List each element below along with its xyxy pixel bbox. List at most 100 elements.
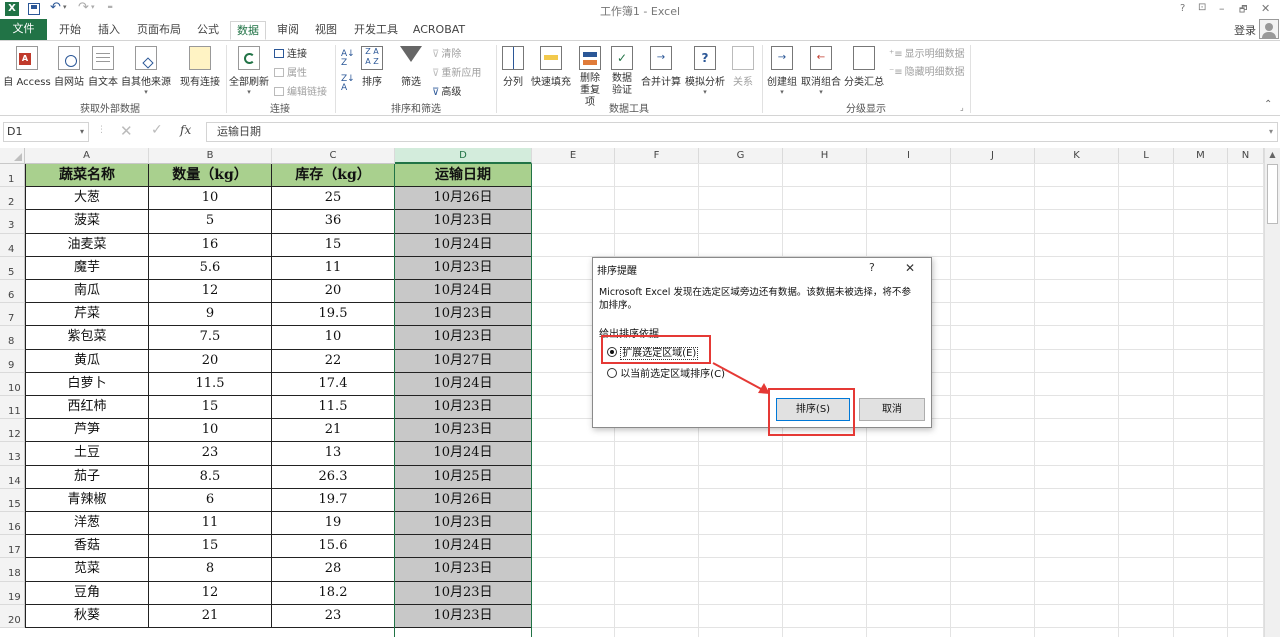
row-header-16[interactable]: 16 [0,512,25,536]
tab-data[interactable]: 数据 [230,21,266,40]
sort-button[interactable]: Z AA Z 排序 [358,46,386,88]
table-cell[interactable]: 茄子 [25,465,149,489]
table-cell[interactable]: 香菇 [25,535,149,559]
table-cell[interactable]: 25 [272,187,395,211]
cancel-button[interactable]: 取消 [859,398,925,421]
column-header-b[interactable]: B [149,148,272,164]
insert-function-icon[interactable]: fx [180,123,191,137]
table-cell[interactable]: 菠菜 [25,210,149,234]
row-header-17[interactable]: 17 [0,535,25,559]
table-cell[interactable]: 芦笋 [25,419,149,443]
tab-home[interactable]: 开始 [54,21,86,40]
dialog-help-button[interactable]: ? [869,261,875,274]
table-cell[interactable]: 油麦菜 [25,233,149,257]
subtotal-button[interactable]: 分类汇总 [843,46,885,88]
row-header-12[interactable]: 12 [0,419,25,443]
row-header-10[interactable]: 10 [0,372,25,396]
table-cell[interactable]: 秋葵 [25,604,149,628]
table-cell[interactable]: 15.6 [272,535,395,559]
tab-page-layout[interactable]: 页面布局 [134,21,184,40]
table-cell[interactable]: 11 [149,512,272,536]
table-cell[interactable]: 8.5 [149,465,272,489]
tab-review[interactable]: 审阅 [272,21,304,40]
table-cell[interactable]: 6 [149,488,272,512]
table-cell[interactable]: 7.5 [149,326,272,350]
row-header-1[interactable]: 1 [0,164,25,188]
table-cell[interactable]: 10 [149,187,272,211]
tab-acrobat[interactable]: ACROBAT [410,21,468,40]
avatar[interactable] [1259,19,1279,39]
table-cell[interactable]: 芹菜 [25,303,149,327]
advanced-filter-button[interactable]: ⊽ 高级 [432,83,461,98]
show-detail-button[interactable]: ⁺≡ 显示明细数据 [889,45,965,60]
formula-input[interactable]: 运输日期 ▾ [206,122,1278,142]
table-cell[interactable]: 18.2 [272,581,395,605]
close-icon[interactable]: ✕ [1261,2,1270,15]
row-header-9[interactable]: 9 [0,349,25,373]
row-header-18[interactable]: 18 [0,558,25,582]
table-cell[interactable]: 5 [149,210,272,234]
table-cell[interactable]: 紫包菜 [25,326,149,350]
table-cell[interactable]: 17.4 [272,372,395,396]
table-cell[interactable]: 南瓜 [25,280,149,304]
select-all-button[interactable] [0,148,25,164]
sort-asc-button[interactable]: A↓ Z [341,50,355,68]
table-cell[interactable]: 大葱 [25,187,149,211]
table-cell[interactable]: 魔芋 [25,256,149,280]
table-cell[interactable]: 15 [149,396,272,420]
column-header-i[interactable]: I [867,148,951,164]
row-header-6[interactable]: 6 [0,280,25,304]
column-header-d[interactable]: D [395,148,532,164]
vertical-scrollbar[interactable]: ▲ [1264,148,1280,637]
reapply-button[interactable]: ⊽ 重新应用 [432,64,481,79]
table-cell[interactable]: 西红柿 [25,396,149,420]
table-cell[interactable]: 苋菜 [25,558,149,582]
row-header-5[interactable]: 5 [0,256,25,280]
connections-button[interactable]: 连接 [274,45,307,60]
row-header-19[interactable]: 19 [0,581,25,605]
header-cell[interactable]: 库存（kg） [272,164,395,188]
column-header-m[interactable]: M [1174,148,1228,164]
collapse-ribbon-icon[interactable]: ⌃ [1264,99,1272,110]
scrollbar-thumb[interactable] [1267,164,1278,224]
column-header-a[interactable]: A [25,148,149,164]
restore-icon[interactable]: 🗗 [1239,2,1247,18]
table-cell[interactable]: 36 [272,210,395,234]
column-header-c[interactable]: C [272,148,395,164]
row-header-11[interactable]: 11 [0,396,25,420]
table-cell[interactable]: 23 [272,604,395,628]
table-cell[interactable]: 23 [149,442,272,466]
from-other-sources-button[interactable]: 自其他来源 ▾ [121,46,171,96]
row-header-15[interactable]: 15 [0,488,25,512]
table-cell[interactable]: 12 [149,280,272,304]
table-cell[interactable]: 21 [272,419,395,443]
refresh-all-button[interactable]: 全部刷新 ▾ [229,46,269,96]
tab-insert[interactable]: 插入 [93,21,125,40]
tab-developer[interactable]: 开发工具 [350,21,402,40]
ungroup-button[interactable]: ← 取消组合 ▾ [800,46,842,96]
row-header-8[interactable]: 8 [0,326,25,350]
what-if-analysis-button[interactable]: ? 模拟分析 ▾ [684,46,726,96]
table-cell[interactable]: 11.5 [149,372,272,396]
table-cell[interactable]: 洋葱 [25,512,149,536]
tab-formulas[interactable]: 公式 [192,21,224,40]
radio-unselected-icon[interactable] [607,368,617,378]
table-cell[interactable]: 12 [149,581,272,605]
table-cell[interactable]: 青辣椒 [25,488,149,512]
table-cell[interactable]: 28 [272,558,395,582]
name-box[interactable]: D1 ▾ [3,122,89,142]
properties-button[interactable]: 属性 [274,64,307,79]
table-cell[interactable]: 19.7 [272,488,395,512]
table-cell[interactable]: 9 [149,303,272,327]
expand-formula-bar-icon[interactable]: ▾ [1269,123,1273,141]
table-cell[interactable]: 13 [272,442,395,466]
table-cell[interactable]: 21 [149,604,272,628]
enter-entry-icon[interactable]: ✓ [151,122,163,138]
help-icon[interactable]: ? [1180,3,1185,14]
column-header-g[interactable]: G [699,148,783,164]
column-header-e[interactable]: E [532,148,615,164]
from-access-button[interactable]: A 自 Access [3,46,51,88]
column-header-n[interactable]: N [1228,148,1264,164]
header-cell[interactable]: 蔬菜名称 [25,164,149,188]
scroll-up-icon[interactable]: ▲ [1265,148,1280,162]
